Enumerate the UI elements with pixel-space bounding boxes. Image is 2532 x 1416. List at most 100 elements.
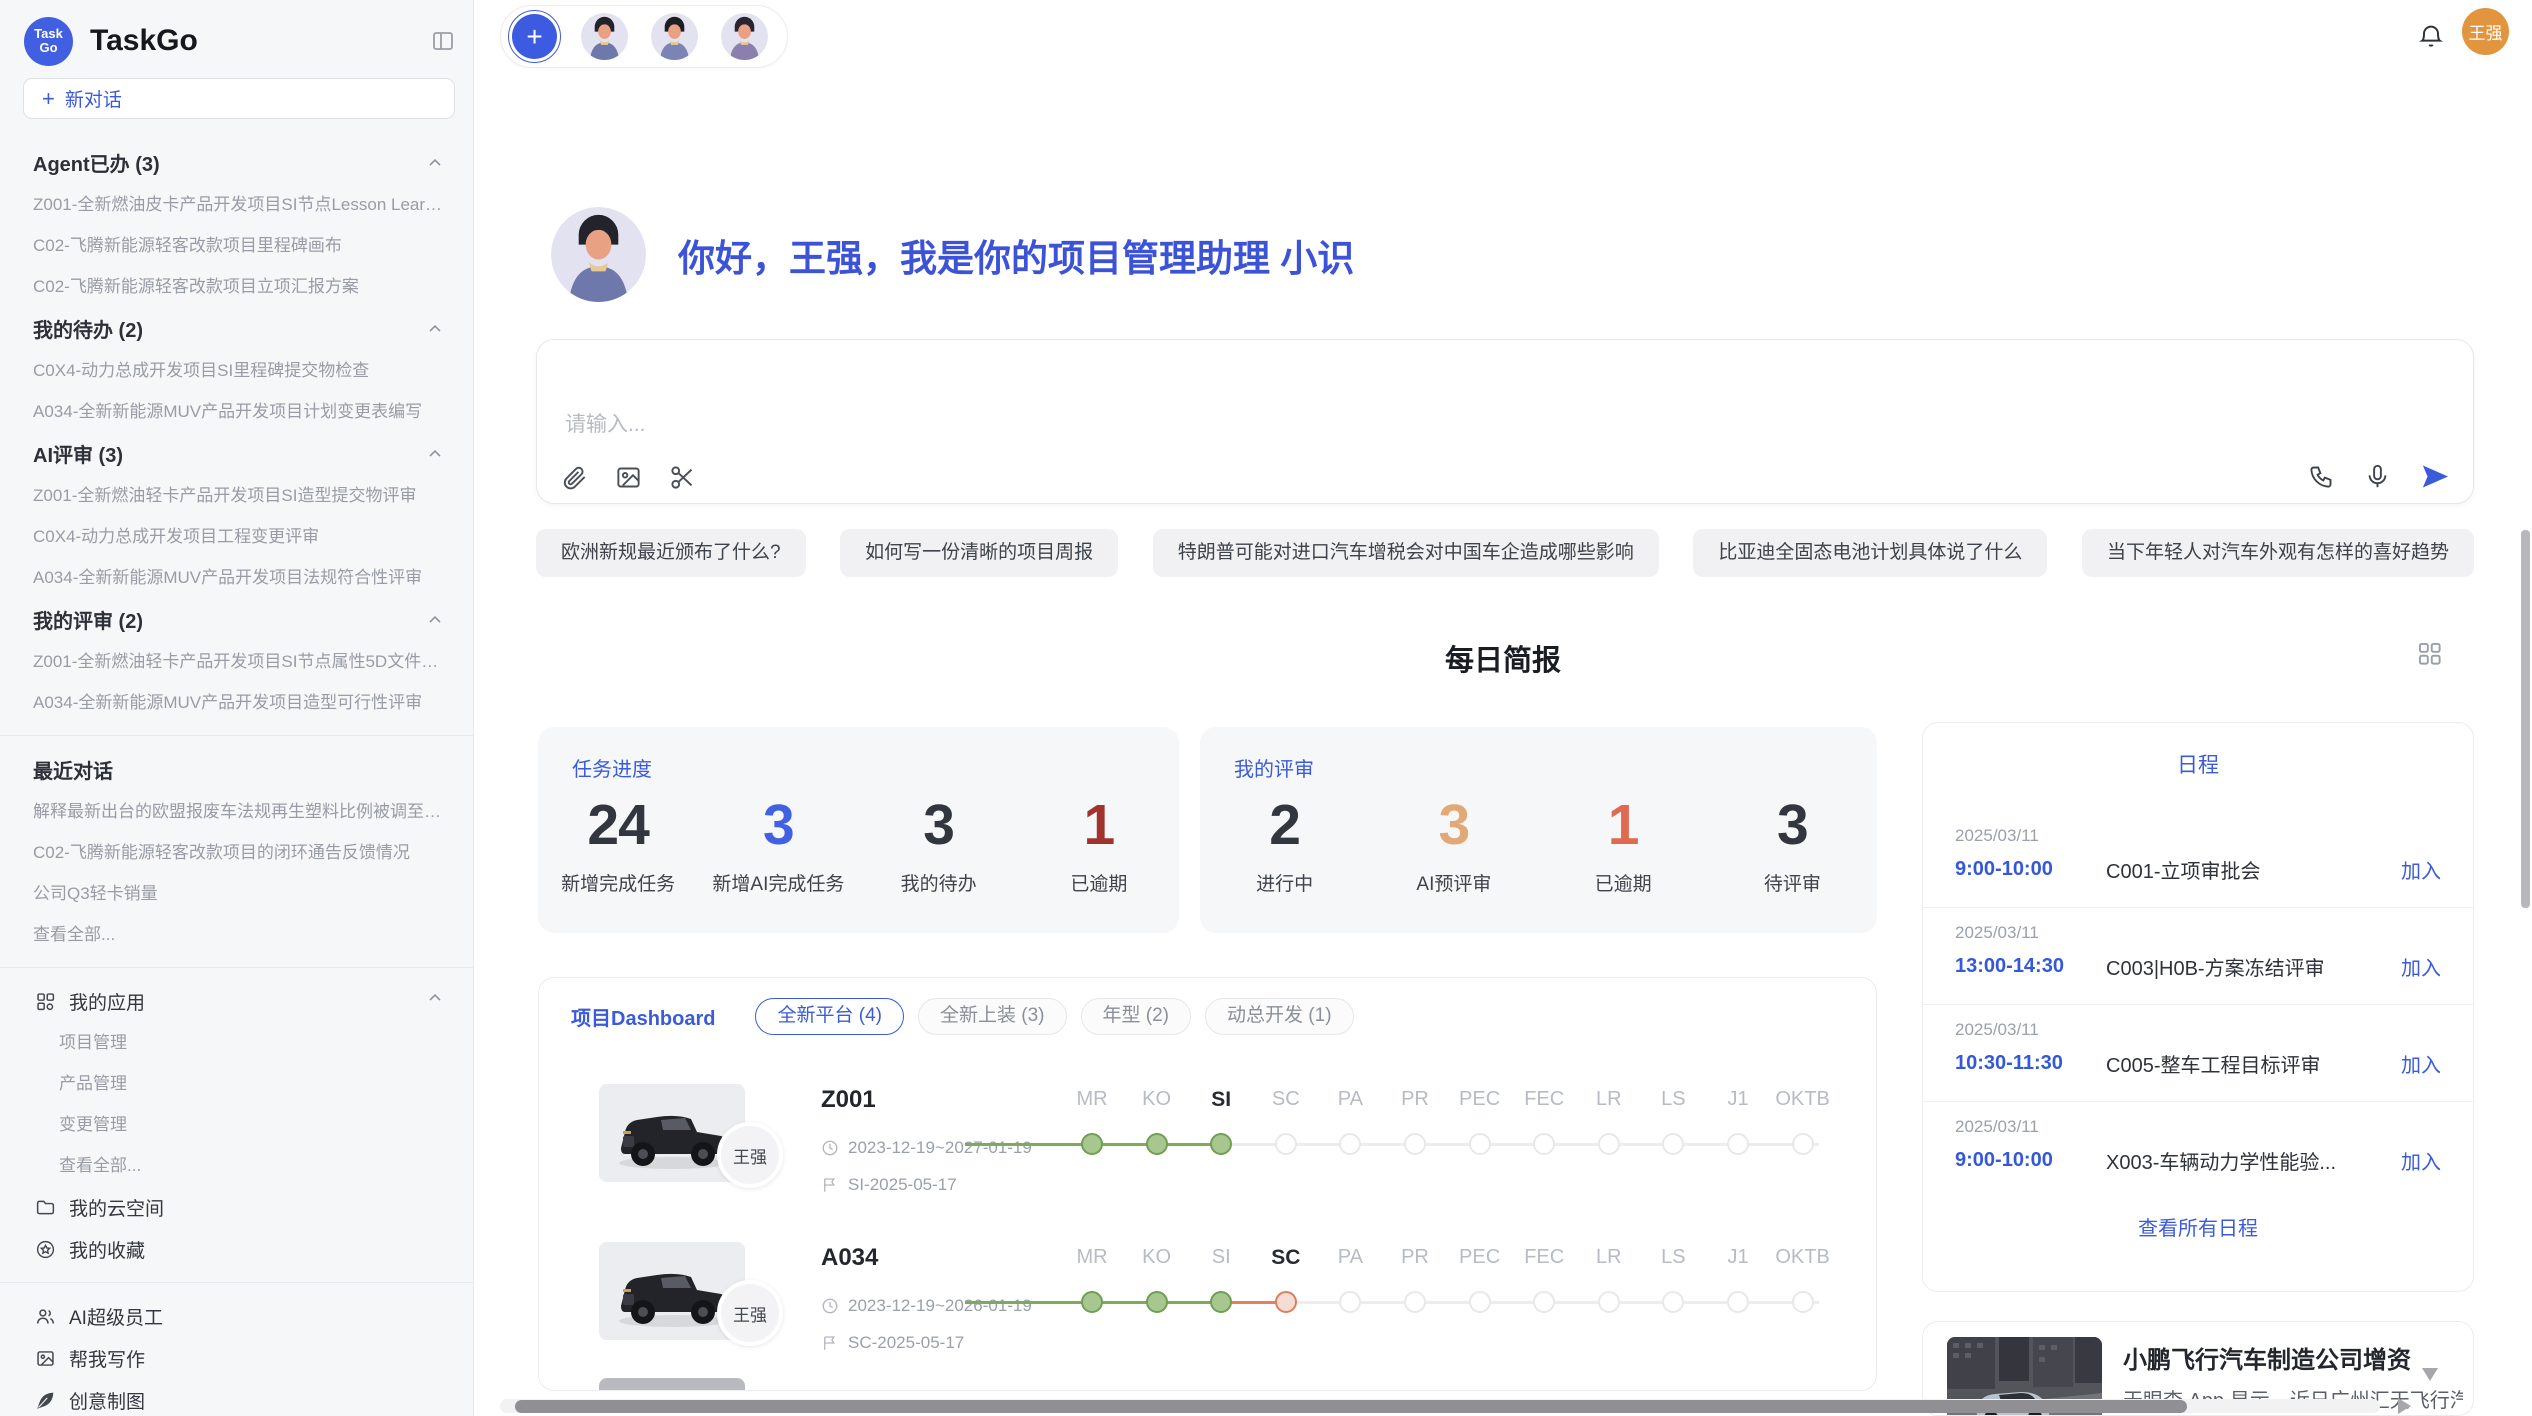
milestone-dot[interactable] [1662, 1291, 1684, 1313]
my-apps-subitem[interactable]: 产品管理 [0, 1063, 473, 1104]
dashboard-tab[interactable]: 全新平台 (4) [755, 998, 904, 1035]
sidebar-item-folder[interactable]: 我的云空间 [0, 1186, 473, 1228]
milestone-label: OKTB [1763, 1246, 1843, 1269]
recent-chat-item[interactable]: 查看全部... [0, 914, 473, 955]
collapse-sidebar-icon[interactable] [431, 29, 455, 53]
sidebar-section-header[interactable]: Agent已办 (3) [0, 141, 473, 184]
sidebar-section-header[interactable]: 我的待办 (2) [0, 307, 473, 350]
my-apps-subitem[interactable]: 项目管理 [0, 1022, 473, 1063]
milestone-dot[interactable] [1533, 1291, 1555, 1313]
milestone-dot[interactable] [1275, 1291, 1297, 1313]
milestone-dot[interactable] [1210, 1291, 1232, 1313]
sidebar-section-header[interactable]: 我的评审 (2) [0, 598, 473, 641]
scroll-down-arrow-icon[interactable] [2422, 1368, 2438, 1381]
join-link[interactable]: 加入 [2401, 1146, 2441, 1175]
sidebar-item[interactable]: C0X4-动力总成开发项目SI里程碑提交物检查 [0, 350, 473, 391]
sidebar-tool-item[interactable]: 帮我写作 [0, 1337, 473, 1379]
suggestion-chip[interactable]: 当下年轻人对汽车外观有怎样的喜好趋势 [2082, 529, 2474, 577]
sidebar-item[interactable]: Z001-全新燃油轻卡产品开发项目SI造型提交物评审 [0, 475, 473, 516]
attachment-icon[interactable] [561, 464, 588, 491]
milestone-dot[interactable] [1727, 1133, 1749, 1155]
new-chat-button[interactable]: + 新对话 [23, 78, 455, 119]
recent-chat-item[interactable]: 公司Q3轻卡销量 [0, 873, 473, 914]
milestone-dot[interactable] [1339, 1291, 1361, 1313]
stat-row: 24新增完成任务3新增AI完成任务3我的待办1已逾期 [538, 794, 1179, 896]
sidebar-item-star-badge[interactable]: 我的收藏 [0, 1228, 473, 1270]
stat-item: 24新增完成任务 [538, 794, 698, 896]
stat-item: 2进行中 [1200, 794, 1369, 896]
chat-input-box[interactable]: 请输入... [536, 339, 2474, 504]
milestone-dot[interactable] [1533, 1133, 1555, 1155]
milestone-dot[interactable] [1146, 1133, 1168, 1155]
voice-call-icon[interactable] [2308, 463, 2335, 490]
suggestion-chip[interactable]: 欧洲新规最近颁布了什么? [536, 529, 806, 577]
sidebar-item[interactable]: C0X4-动力总成开发项目工程变更评审 [0, 516, 473, 557]
horizontal-scrollbar-thumb[interactable] [515, 1400, 2187, 1413]
send-icon[interactable] [2420, 462, 2449, 491]
add-assistant-button[interactable]: + [512, 14, 557, 59]
milestone-dot[interactable] [1081, 1291, 1103, 1313]
milestone-dot[interactable] [1146, 1291, 1168, 1313]
recent-chat-item[interactable]: C02-飞腾新能源轻客改款项目的闭环通告反馈情况 [0, 832, 473, 873]
milestone-dot[interactable] [1598, 1133, 1620, 1155]
vertical-scrollbar-thumb[interactable] [2521, 530, 2530, 908]
microphone-icon[interactable] [2364, 463, 2391, 490]
sidebar-header: Task Go TaskGo [0, 0, 473, 72]
sidebar-section-header[interactable]: AI评审 (3) [0, 432, 473, 475]
project-name: Z001 [821, 1086, 876, 1114]
view-all-schedule-link[interactable]: 查看所有日程 [1923, 1212, 2473, 1241]
dashboard-tab[interactable]: 年型 (2) [1081, 998, 1192, 1035]
assistant-avatar[interactable] [581, 13, 628, 60]
sidebar-item[interactable]: A034-全新新能源MUV产品开发项目造型可行性评审 [0, 682, 473, 723]
sidebar-item-my-apps[interactable]: 我的应用 [0, 980, 473, 1022]
milestone-dot[interactable] [1598, 1291, 1620, 1313]
sidebar-item[interactable]: A034-全新新能源MUV产品开发项目计划变更表编写 [0, 391, 473, 432]
milestone-dot[interactable] [1792, 1133, 1814, 1155]
suggestion-chip[interactable]: 特朗普可能对进口汽车增税会对中国车企造成哪些影响 [1153, 529, 1659, 577]
project-row[interactable]: 王强A0342023-12-19~2026-01-19SC-2025-05-17… [539, 1240, 1876, 1391]
suggestion-chip[interactable]: 比亚迪全固态电池计划具体说了什么 [1693, 529, 2047, 577]
milestone-dot[interactable] [1275, 1133, 1297, 1155]
dashboard-tab[interactable]: 全新上装 (3) [918, 998, 1067, 1035]
sidebar-item[interactable]: A034-全新新能源MUV产品开发项目法规符合性评审 [0, 557, 473, 598]
scroll-right-arrow-icon[interactable] [2398, 1398, 2411, 1414]
milestone-dot[interactable] [1404, 1133, 1426, 1155]
assistant-avatar[interactable] [651, 13, 698, 60]
sidebar-tool-item[interactable]: AI超级员工 [0, 1295, 473, 1337]
sidebar-item[interactable]: Z001-全新燃油轻卡产品开发项目SI节点属性5D文件评审 [0, 641, 473, 682]
suggestion-chip[interactable]: 如何写一份清晰的项目周报 [840, 529, 1118, 577]
notification-bell-icon[interactable] [2417, 22, 2445, 50]
user-avatar[interactable]: 王强 [2462, 8, 2509, 55]
schedule-date: 2025/03/11 [1955, 923, 2441, 943]
milestone-dot[interactable] [1727, 1291, 1749, 1313]
stat-item: 1已逾期 [1539, 794, 1708, 896]
quill-icon [35, 1390, 56, 1411]
assistant-avatar[interactable] [721, 13, 768, 60]
milestone-dot[interactable] [1081, 1133, 1103, 1155]
milestone-dot[interactable] [1210, 1133, 1232, 1155]
recent-chat-item[interactable]: 解释最新出台的欧盟报废车法规再生塑料比例被调至15%... [0, 791, 473, 832]
join-link[interactable]: 加入 [2401, 855, 2441, 884]
dashboard-tab[interactable]: 动总开发 (1) [1205, 998, 1354, 1035]
join-link[interactable]: 加入 [2401, 1049, 2441, 1078]
image-upload-icon[interactable] [615, 464, 642, 491]
project-row[interactable]: 王强Z0012023-12-19~2027-01-19SI-2025-05-17… [539, 1082, 1876, 1234]
milestone-dot[interactable] [1404, 1291, 1426, 1313]
milestone-dot[interactable] [1339, 1133, 1361, 1155]
my-apps-subitem[interactable]: 变更管理 [0, 1104, 473, 1145]
sidebar-item[interactable]: C02-飞腾新能源轻客改款项目立项汇报方案 [0, 266, 473, 307]
sidebar-item[interactable]: Z001-全新燃油皮卡产品开发项目SI节点Lesson Learn报告 [0, 184, 473, 225]
sidebar-tool-item[interactable]: 创意制图 [0, 1379, 473, 1416]
stat-label: 新增完成任务 [538, 869, 698, 896]
join-link[interactable]: 加入 [2401, 952, 2441, 981]
my-apps-subitem[interactable]: 查看全部... [0, 1145, 473, 1186]
milestone-dot[interactable] [1792, 1291, 1814, 1313]
milestone-dot[interactable] [1469, 1133, 1491, 1155]
milestone-dot[interactable] [1469, 1291, 1491, 1313]
scissors-icon[interactable] [669, 464, 696, 491]
stat-item: 3待评审 [1708, 794, 1877, 896]
layout-switch-icon[interactable] [2416, 640, 2443, 667]
sidebar-item-label: 我的收藏 [69, 1236, 145, 1263]
sidebar-item[interactable]: C02-飞腾新能源轻客改款项目里程碑画布 [0, 225, 473, 266]
milestone-dot[interactable] [1662, 1133, 1684, 1155]
